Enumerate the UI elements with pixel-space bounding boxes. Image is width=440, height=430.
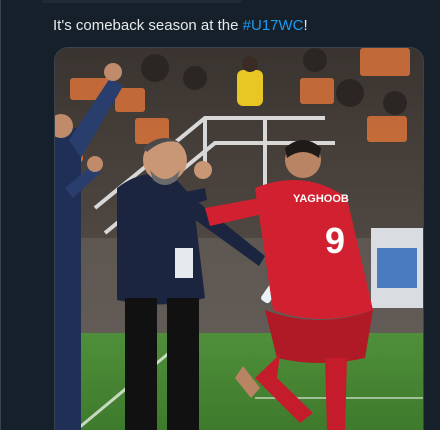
tweet-text: It's comeback season at the #U17WC! xyxy=(53,16,423,36)
hashtag-link[interactable]: #U17WC xyxy=(243,17,304,34)
previous-tweet-edge xyxy=(42,0,242,3)
spectator-yellow xyxy=(237,70,263,106)
timeline-border xyxy=(0,0,1,430)
tweet-text-before: It's comeback season at the xyxy=(53,17,243,34)
jersey-name: YAGHOOB xyxy=(293,193,349,205)
photo-celebration: YAGHOOB 9 xyxy=(55,48,423,430)
jersey-number: 9 xyxy=(325,220,345,261)
tweet-text-after: ! xyxy=(303,17,308,34)
tweet-photo[interactable]: YAGHOOB 9 xyxy=(54,47,424,430)
tweet-view: It's comeback season at the #U17WC! YAGH… xyxy=(0,0,440,430)
